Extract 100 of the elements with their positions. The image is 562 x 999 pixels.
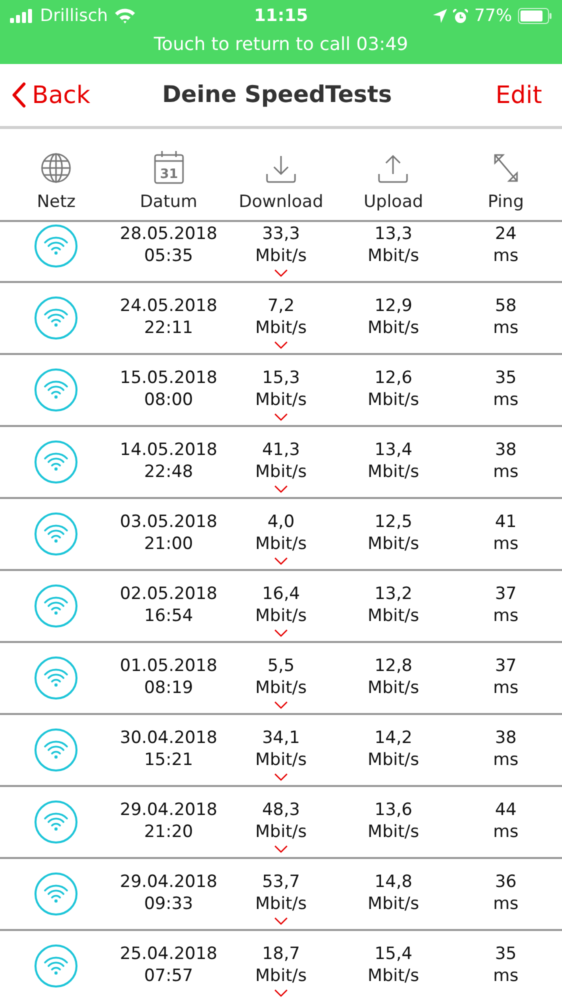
upload-unit: Mbit/s <box>368 821 420 843</box>
diagonal-arrows-icon <box>492 152 520 184</box>
download-value: 53,7 <box>262 871 300 893</box>
upload-unit: Mbit/s <box>368 893 420 915</box>
column-header[interactable]: Upload <box>364 192 424 212</box>
upload-value: 13,4 <box>374 439 412 461</box>
test-time: 21:00 <box>144 533 194 555</box>
upload-unit: Mbit/s <box>368 677 420 699</box>
ping-value: 35 <box>494 943 517 965</box>
column-header[interactable]: Netz <box>36 192 76 212</box>
wifi-icon <box>34 728 78 772</box>
wifi-icon <box>114 8 136 24</box>
ping-value: 36 <box>494 871 517 893</box>
chevron-down-icon <box>274 701 288 709</box>
upload-unit: Mbit/s <box>368 533 420 555</box>
download-value: 48,3 <box>262 799 300 821</box>
upload-unit: Mbit/s <box>368 317 420 339</box>
ping-value: 44 <box>494 799 517 821</box>
ping-value: 37 <box>494 583 517 605</box>
download-value: 16,4 <box>262 583 300 605</box>
test-date: 29.04.2018 <box>120 799 218 821</box>
edit-button[interactable]: Edit <box>496 81 542 109</box>
download-value: 33,3 <box>262 223 300 245</box>
back-button[interactable]: Back <box>12 81 162 109</box>
screen-title: Deine SpeedTests <box>162 82 392 108</box>
download-value: 18,7 <box>262 943 300 965</box>
upload-unit: Mbit/s <box>368 749 420 771</box>
globe-icon <box>40 152 72 184</box>
upload-value: 13,3 <box>374 223 412 245</box>
test-date: 03.05.2018 <box>120 511 218 533</box>
ping-unit: ms <box>493 677 518 699</box>
chevron-down-icon <box>274 773 288 781</box>
ping-unit: ms <box>493 821 518 843</box>
test-date: 14.05.2018 <box>120 439 218 461</box>
ping-value: 41 <box>494 511 517 533</box>
test-time: 21:20 <box>144 821 194 843</box>
chevron-down-icon <box>274 629 288 637</box>
download-unit: Mbit/s <box>255 533 307 555</box>
upload-unit: Mbit/s <box>368 245 420 267</box>
upload-value: 14,2 <box>374 727 412 749</box>
download-unit: Mbit/s <box>255 893 307 915</box>
ping-unit: ms <box>493 389 518 411</box>
test-date: 25.04.2018 <box>120 943 218 965</box>
wifi-icon <box>34 872 78 916</box>
chevron-down-icon <box>274 845 288 853</box>
ping-value: 35 <box>494 367 517 389</box>
ping-value: 58 <box>494 295 517 317</box>
signal-icon <box>10 9 34 23</box>
clock-time: 11:15 <box>254 6 308 26</box>
test-date: 30.04.2018 <box>120 727 218 749</box>
download-value: 41,3 <box>262 439 300 461</box>
test-time: 15:21 <box>144 749 194 771</box>
test-time: 16:54 <box>144 605 194 627</box>
wifi-icon <box>34 656 78 700</box>
alarm-clock-icon <box>453 8 468 24</box>
upload-value: 12,5 <box>374 511 412 533</box>
test-date: 24.05.2018 <box>120 295 218 317</box>
download-unit: Mbit/s <box>255 317 307 339</box>
ping-unit: ms <box>493 605 518 627</box>
ping-value: 38 <box>494 727 517 749</box>
download-value: 4,0 <box>267 511 295 533</box>
chevron-down-icon <box>274 269 288 277</box>
wifi-icon <box>34 944 78 988</box>
column-header[interactable]: Ping <box>488 192 524 212</box>
download-unit: Mbit/s <box>255 389 307 411</box>
upload-unit: Mbit/s <box>368 605 420 627</box>
back-chevron-icon <box>12 82 26 108</box>
upload-value: 12,9 <box>374 295 412 317</box>
chevron-down-icon <box>274 557 288 565</box>
chevron-down-icon <box>274 917 288 925</box>
test-date: 15.05.2018 <box>120 367 218 389</box>
ping-value: 24 <box>494 223 517 245</box>
location-arrow-icon <box>433 9 448 23</box>
upload-value: 15,4 <box>374 943 412 965</box>
chevron-down-icon <box>274 413 288 421</box>
ping-unit: ms <box>493 965 518 987</box>
column-header[interactable]: Download <box>238 192 324 212</box>
ping-value: 37 <box>494 655 517 677</box>
chevron-down-icon <box>274 341 288 349</box>
upload-icon <box>377 154 410 184</box>
ping-unit: ms <box>493 749 518 771</box>
wifi-icon <box>34 224 78 268</box>
ping-unit: ms <box>493 533 518 555</box>
test-date: 01.05.2018 <box>120 655 218 677</box>
download-unit: Mbit/s <box>255 965 307 987</box>
download-unit: Mbit/s <box>255 461 307 483</box>
ping-unit: ms <box>493 461 518 483</box>
upload-unit: Mbit/s <box>368 389 420 411</box>
download-unit: Mbit/s <box>255 749 307 771</box>
test-date: 29.04.2018 <box>120 871 218 893</box>
upload-value: 13,6 <box>374 799 412 821</box>
upload-unit: Mbit/s <box>368 461 420 483</box>
wifi-icon <box>34 800 78 844</box>
column-header[interactable]: Datum <box>140 192 198 212</box>
test-time: 09:33 <box>144 893 194 915</box>
test-time: 05:35 <box>144 245 194 267</box>
ping-value: 38 <box>494 439 517 461</box>
upload-value: 12,6 <box>374 367 412 389</box>
upload-value: 13,2 <box>374 583 412 605</box>
download-value: 7,2 <box>267 295 295 317</box>
